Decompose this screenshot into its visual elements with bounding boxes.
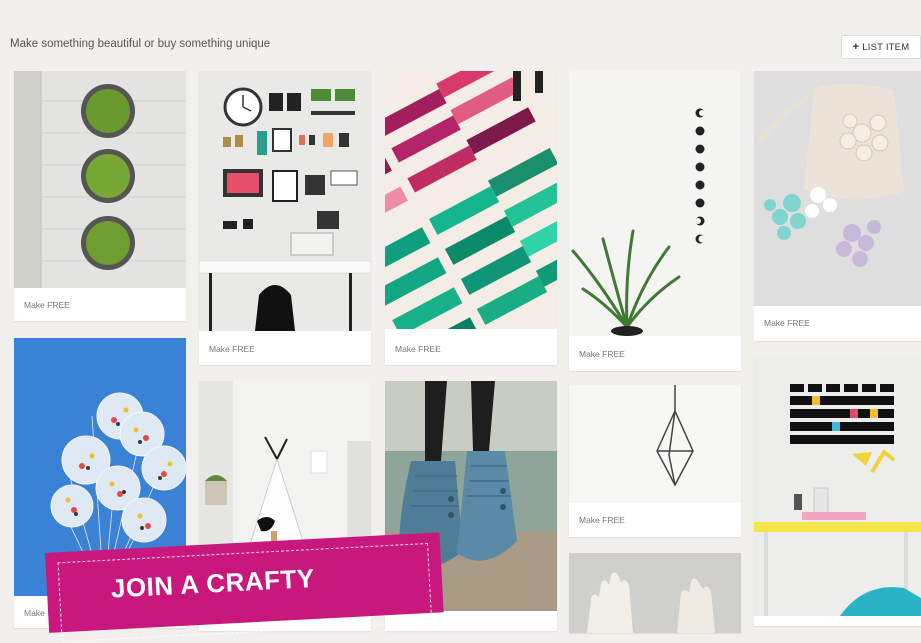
card-label: Make FREE	[764, 318, 810, 328]
project-card-dyed-tags[interactable]: Make FREE	[385, 71, 557, 365]
card-label: Make	[24, 608, 45, 618]
project-card-crochet-pouch[interactable]: Make FREE	[754, 71, 921, 341]
project-card-wall-planters[interactable]: Make FREE	[14, 71, 186, 321]
project-card-white-gloves[interactable]	[569, 553, 741, 633]
project-card-moon-phase-plant[interactable]: Make FREE	[569, 71, 741, 371]
card-label: Make FREE	[24, 300, 70, 310]
project-image[interactable]	[569, 71, 741, 336]
project-card-himmeli-geometric[interactable]: Make FREE	[569, 385, 741, 537]
top-bar	[0, 0, 921, 14]
project-image[interactable]	[14, 71, 186, 288]
project-image[interactable]	[385, 71, 557, 329]
list-item-button[interactable]: + LIST ITEM	[841, 35, 921, 59]
card-label: Make FREE	[579, 515, 625, 525]
card-label: Make FREE	[395, 344, 441, 354]
list-item-label: LIST ITEM	[862, 41, 910, 53]
plus-icon: +	[852, 41, 860, 53]
project-image[interactable]	[754, 71, 921, 306]
project-card-craft-desk[interactable]: Make FREE	[199, 71, 371, 365]
page-tagline: Make something beautiful or buy somethin…	[10, 38, 271, 50]
project-image[interactable]	[569, 385, 741, 503]
project-card-calendar-desk[interactable]	[754, 356, 921, 626]
project-image[interactable]	[199, 71, 371, 331]
card-label: Make FREE	[579, 349, 625, 359]
project-image[interactable]	[754, 356, 921, 616]
project-image[interactable]	[569, 553, 741, 633]
card-label: Make FREE	[209, 344, 255, 354]
